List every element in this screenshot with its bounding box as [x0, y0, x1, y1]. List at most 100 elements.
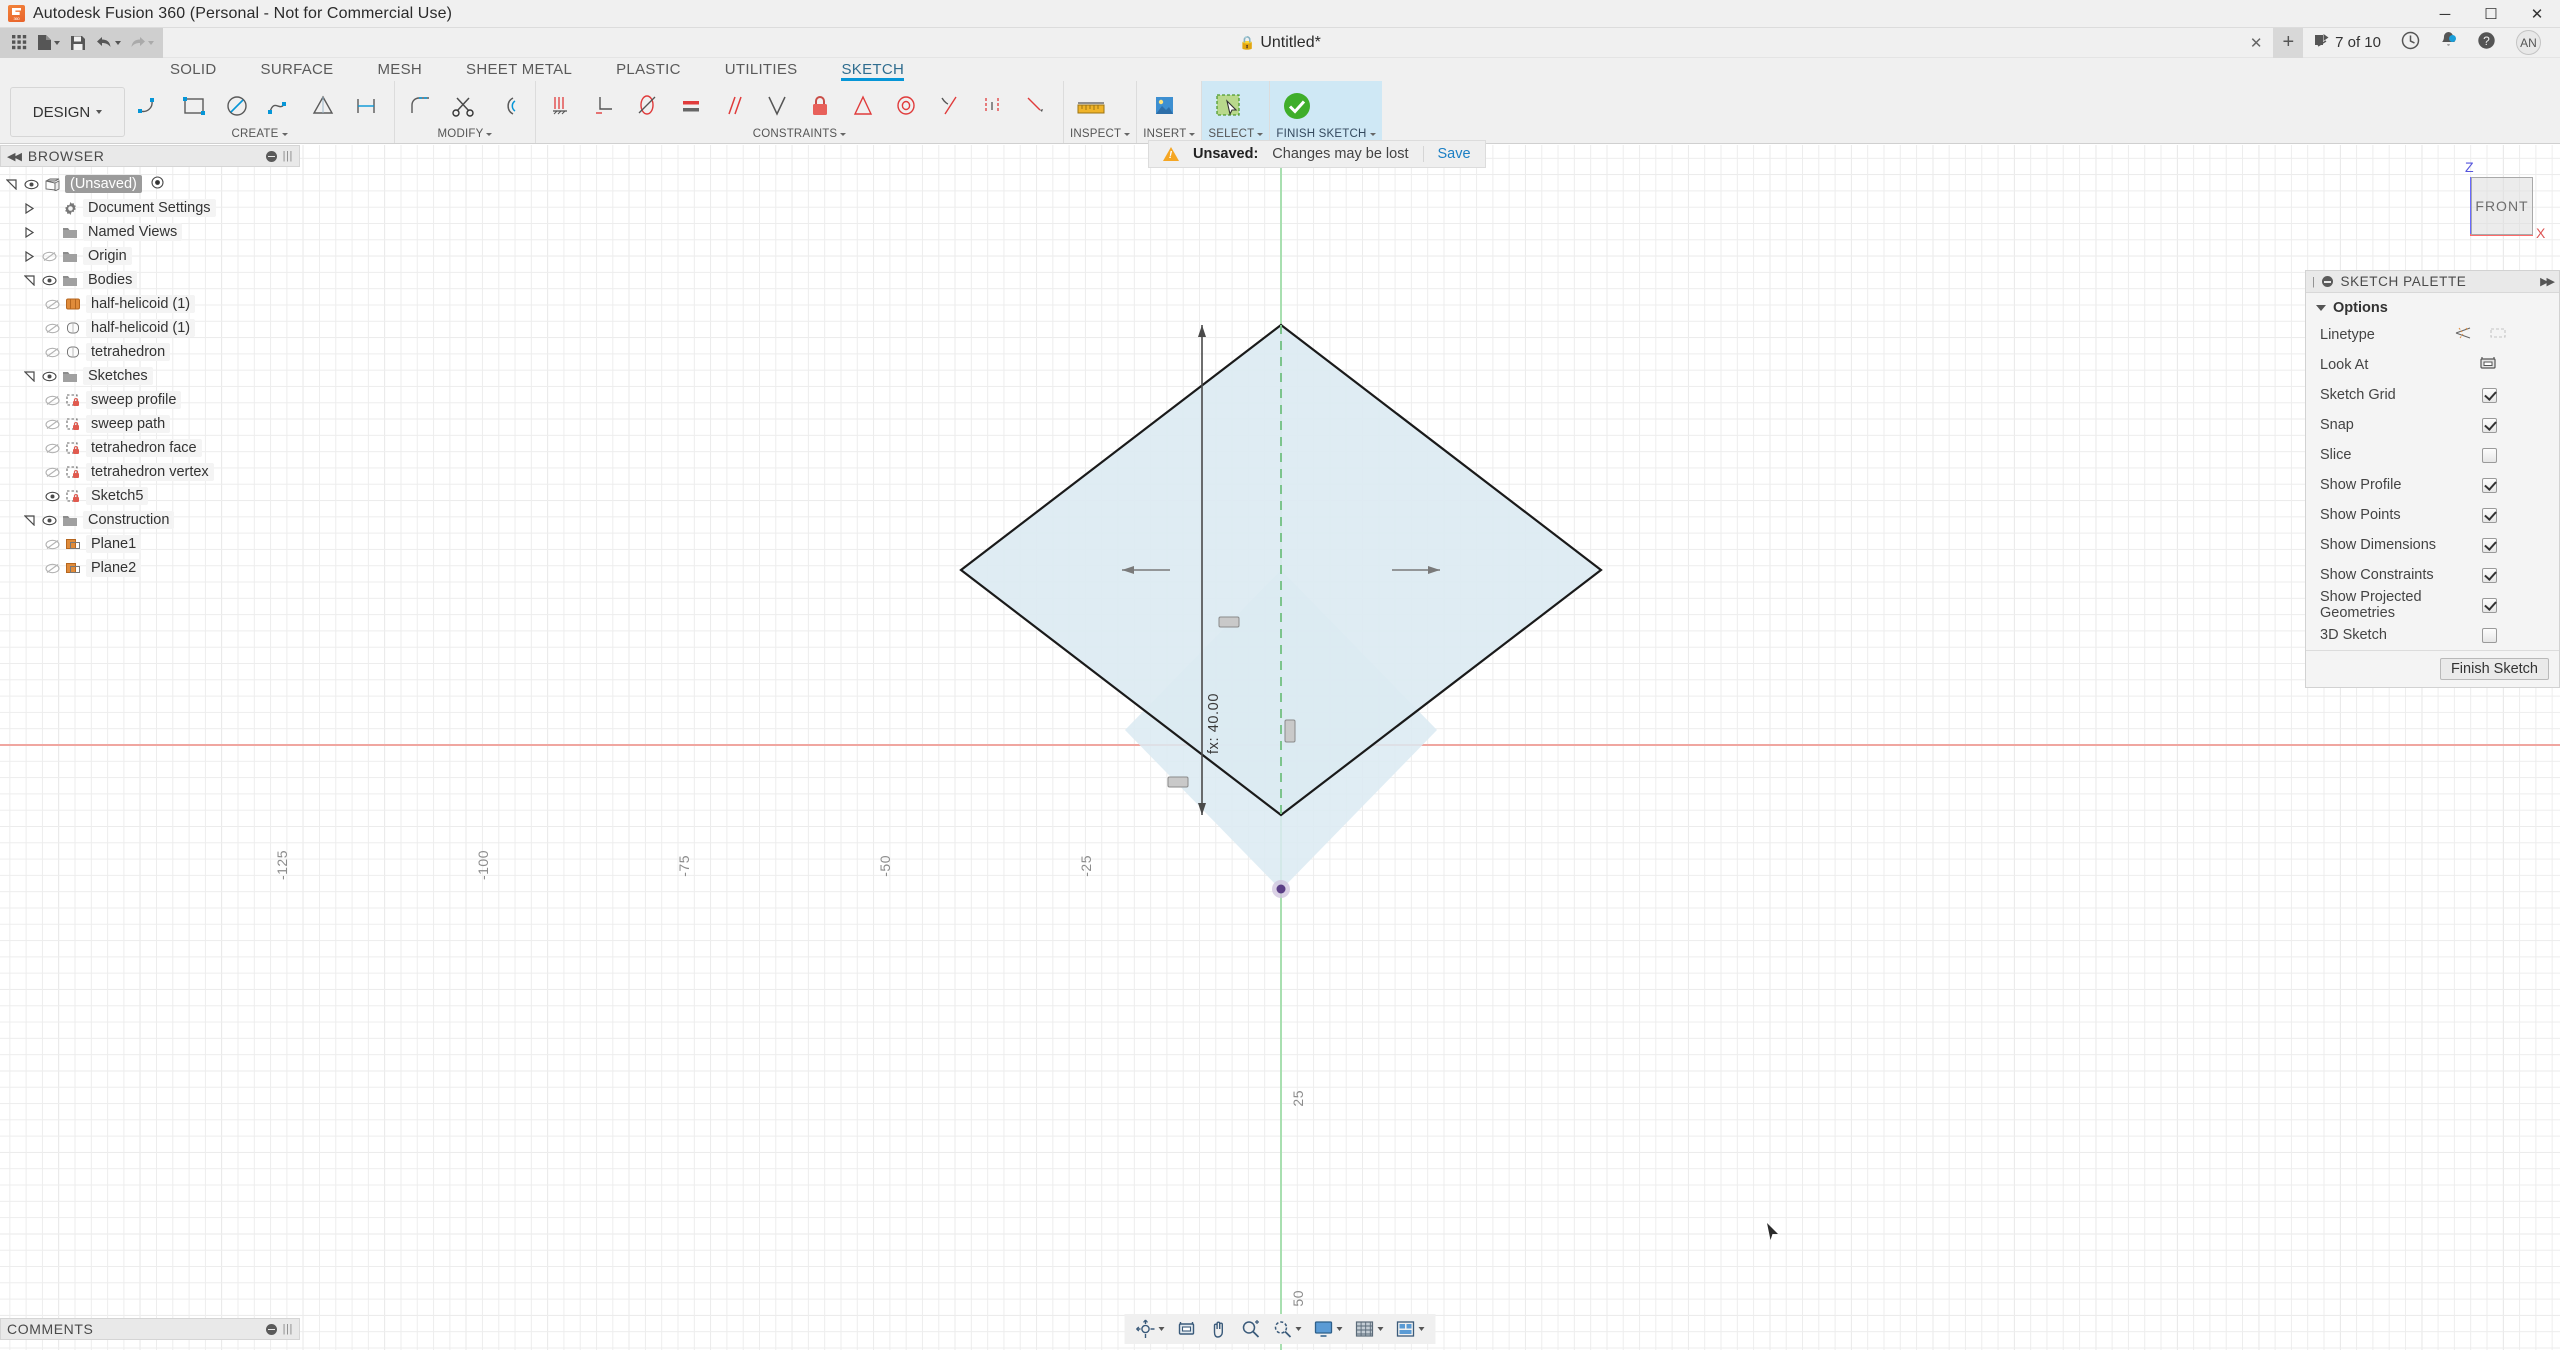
tree-item-bodies[interactable]: Bodies	[0, 268, 300, 292]
tab-utilities[interactable]: UTILITIES	[703, 58, 820, 81]
orbit-caret-icon[interactable]	[1159, 1327, 1165, 1331]
tree-item-half-helicoid-1[interactable]: half-helicoid (1)	[0, 292, 300, 316]
tree-item-sweep-path[interactable]: sweep path	[0, 412, 300, 436]
workspace-switcher-button[interactable]: DESIGN	[10, 87, 125, 137]
expand-arrow-icon[interactable]	[4, 177, 18, 191]
visibility-eye-off-icon[interactable]	[44, 537, 60, 551]
create-rectangle-icon[interactable]	[174, 87, 216, 125]
visibility-eye-icon[interactable]	[23, 177, 39, 191]
display-settings-caret-icon[interactable]	[1337, 1327, 1343, 1331]
select-caret-icon[interactable]	[1257, 133, 1263, 136]
tree-item-sketch5[interactable]: Sketch5	[0, 484, 300, 508]
comments-grip-icon[interactable]: |||	[283, 1323, 293, 1335]
modify-fillet-icon[interactable]	[401, 87, 443, 125]
look-at-icon[interactable]	[2479, 355, 2497, 375]
modify-caret-icon[interactable]	[486, 133, 492, 136]
snap-checkbox[interactable]	[2482, 418, 2497, 433]
grid-snaps-icon[interactable]	[1350, 1315, 1389, 1343]
visibility-eye-icon[interactable]	[41, 513, 57, 527]
constraint-parallel-icon[interactable]	[714, 87, 756, 125]
browser-minimize-icon[interactable]	[266, 151, 277, 162]
notifications-button[interactable]	[2431, 28, 2466, 58]
insert-caret-icon[interactable]	[1189, 133, 1195, 136]
inspect-caret-icon[interactable]	[1124, 133, 1130, 136]
tree-item-plane1[interactable]: Plane1	[0, 532, 300, 556]
visibility-eye-off-icon[interactable]	[44, 441, 60, 455]
fit-icon[interactable]	[1268, 1315, 1307, 1343]
pan-icon[interactable]	[1204, 1315, 1234, 1343]
browser-grip-icon[interactable]: |||	[283, 150, 293, 162]
view-cube[interactable]: Z X FRONT	[2441, 157, 2546, 252]
palette-minimize-icon[interactable]	[2322, 276, 2333, 287]
tab-sheet-metal[interactable]: SHEET METAL	[444, 58, 594, 81]
visibility-eye-off-icon[interactable]	[44, 393, 60, 407]
tab-sketch[interactable]: SKETCH	[819, 58, 926, 81]
inspect-measure-icon[interactable]	[1070, 87, 1112, 125]
ribbon-group-finish-sketch[interactable]: FINISH SKETCH	[1269, 81, 1381, 143]
maximize-button[interactable]: ☐	[2468, 0, 2514, 28]
modify-trim-icon[interactable]	[444, 87, 486, 125]
account-button[interactable]: AN	[2507, 28, 2550, 58]
visibility-eye-off-icon[interactable]	[44, 345, 60, 359]
tab-plastic[interactable]: PLASTIC	[594, 58, 703, 81]
constraint-collinear-icon[interactable]	[585, 87, 627, 125]
new-file-icon[interactable]	[34, 30, 63, 56]
constraint-curvature-icon[interactable]	[972, 87, 1014, 125]
tree-item-plane2[interactable]: Plane2	[0, 556, 300, 580]
minimize-button[interactable]: ─	[2422, 0, 2468, 28]
comments-header[interactable]: COMMENTS |||	[0, 1318, 300, 1340]
constraint-perpendicular-icon[interactable]	[757, 87, 799, 125]
show-constraints-checkbox[interactable]	[2482, 568, 2497, 583]
dimension-label[interactable]: fx: 40.00	[1206, 693, 1222, 754]
visibility-eye-off-icon[interactable]	[44, 561, 60, 575]
palette-options-section[interactable]: Options	[2306, 293, 2559, 320]
insert-image-icon[interactable]	[1143, 87, 1185, 125]
collapse-arrow-icon[interactable]	[22, 201, 36, 215]
tree-item-tetrahedron-vertex[interactable]: tetrahedron vertex	[0, 460, 300, 484]
create-caret-icon[interactable]	[282, 133, 288, 136]
app-grid-icon[interactable]	[6, 30, 32, 56]
visibility-eye-off-icon[interactable]	[41, 249, 57, 263]
tab-solid[interactable]: SOLID	[148, 58, 239, 81]
undo-caret-icon[interactable]	[115, 41, 121, 45]
grid-snaps-caret-icon[interactable]	[1378, 1327, 1384, 1331]
close-button[interactable]: ✕	[2514, 0, 2560, 28]
tree-item-document-settings[interactable]: Document Settings	[0, 196, 300, 220]
visibility-eye-off-icon[interactable]	[44, 465, 60, 479]
sketch-canvas[interactable]: -125 -100 -75 -50 -25 25 50	[0, 145, 2560, 1350]
tree-item-construction[interactable]: Construction	[0, 508, 300, 532]
centerline-icon[interactable]	[2489, 326, 2507, 344]
modify-offset-icon[interactable]	[487, 87, 529, 125]
expand-panel-icon[interactable]: ▶▶	[2540, 275, 2553, 288]
tree-item-origin[interactable]: Origin	[0, 244, 300, 268]
show-points-checkbox[interactable]	[2482, 508, 2497, 523]
create-spline-icon[interactable]	[260, 87, 302, 125]
visibility-eye-icon[interactable]	[44, 489, 60, 503]
fit-caret-icon[interactable]	[1296, 1327, 1302, 1331]
orbit-icon[interactable]	[1131, 1315, 1170, 1343]
tree-item-sweep-profile[interactable]: sweep profile	[0, 388, 300, 412]
sketch-grid-checkbox[interactable]	[2482, 388, 2497, 403]
show-projected-geometries-checkbox[interactable]	[2482, 598, 2497, 613]
visibility-eye-icon[interactable]	[41, 369, 57, 383]
save-link[interactable]: Save	[1423, 146, 1471, 162]
undo-icon[interactable]	[93, 30, 124, 56]
visibility-eye-off-icon[interactable]	[44, 417, 60, 431]
slice-checkbox[interactable]	[2482, 448, 2497, 463]
tree-item-unsaved[interactable]: (Unsaved)	[0, 172, 300, 196]
redo-caret-icon[interactable]	[148, 41, 154, 45]
history-button[interactable]	[2392, 28, 2429, 58]
tree-item-tetrahedron[interactable]: tetrahedron	[0, 340, 300, 364]
palette-grip-icon[interactable]: |	[2312, 276, 2315, 288]
create-polygon-icon[interactable]	[303, 87, 345, 125]
construction-line-icon[interactable]	[2455, 326, 2473, 344]
finish-sketch-icon[interactable]	[1276, 87, 1318, 125]
finish-sketch-caret-icon[interactable]	[1370, 133, 1376, 136]
tree-item-tetrahedron-face[interactable]: tetrahedron face	[0, 436, 300, 460]
activate-component-icon[interactable]	[151, 176, 164, 193]
comments-minimize-icon[interactable]	[266, 1324, 277, 1335]
caret-down-icon[interactable]	[2316, 305, 2326, 311]
expand-arrow-icon[interactable]	[22, 513, 36, 527]
constraints-caret-icon[interactable]	[840, 133, 846, 136]
viewports-caret-icon[interactable]	[1419, 1327, 1425, 1331]
